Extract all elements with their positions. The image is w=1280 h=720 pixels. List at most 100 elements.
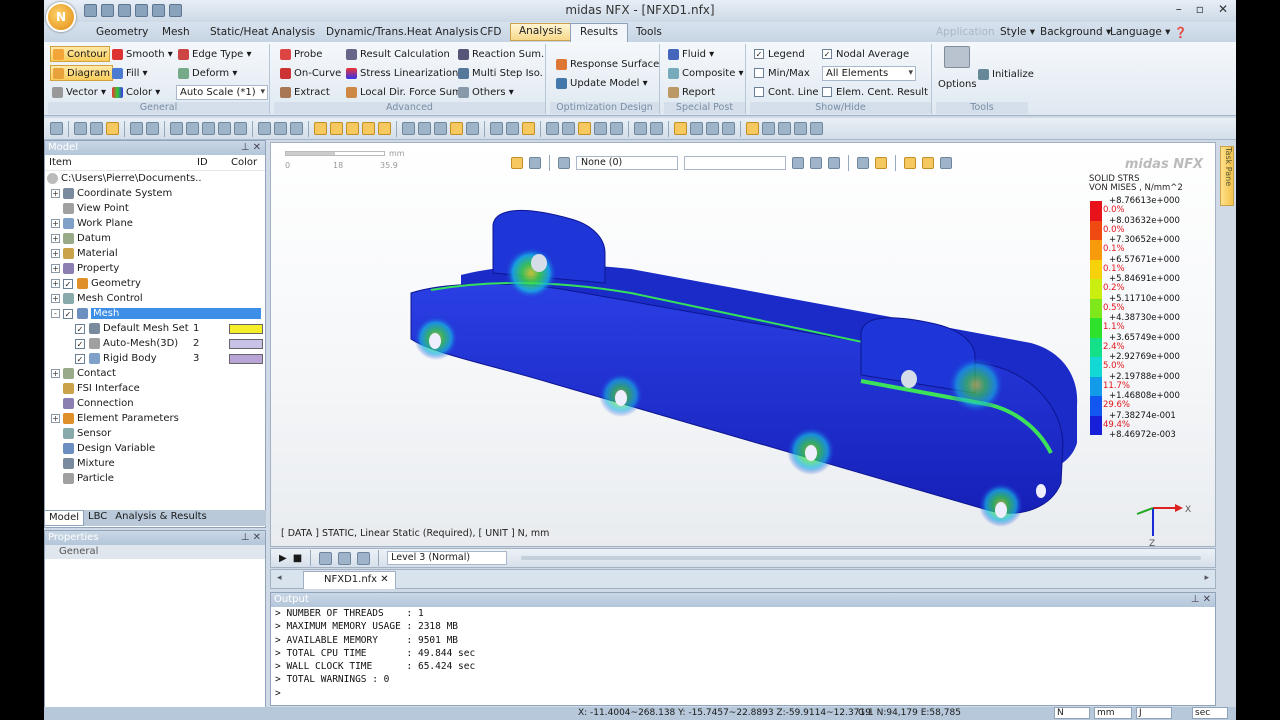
color-button[interactable]: Color ▾	[110, 84, 162, 100]
zoom-icon[interactable]	[130, 122, 143, 135]
expand-icon[interactable]: +	[51, 294, 60, 303]
tab-lbc[interactable]: LBC	[84, 510, 111, 526]
zoom-icon[interactable]	[186, 122, 199, 135]
tab-mesh[interactable]: Mesh	[154, 25, 198, 39]
tree-item[interactable]: FSI Interface	[51, 381, 140, 396]
tree-item[interactable]: + Mesh Control	[51, 291, 143, 306]
visibility-checkbox[interactable]: ✓	[75, 338, 85, 349]
wireframe-icon[interactable]	[418, 122, 431, 135]
fill-button[interactable]: Fill ▾	[110, 65, 150, 81]
snap-icon[interactable]	[690, 122, 703, 135]
composite-button[interactable]: Composite ▾	[666, 65, 746, 81]
hide-icon[interactable]	[506, 122, 519, 135]
tree-item[interactable]: + Datum	[51, 231, 111, 246]
tab-nfxd1[interactable]: NFXD1.nfx ✕	[303, 571, 396, 589]
vector-button[interactable]: Vector ▾	[50, 84, 108, 100]
report-button[interactable]: Report	[666, 84, 717, 100]
cut-icon[interactable]	[810, 122, 823, 135]
viewport[interactable]: mm 0 18 35.9 None (0) midas NFX SOLID ST…	[270, 142, 1216, 547]
maximize-icon[interactable]: ▫	[1196, 2, 1204, 16]
expand-icon[interactable]: +	[51, 414, 60, 423]
style-menu[interactable]: Style ▾	[1000, 26, 1035, 38]
task-pane-tab[interactable]: Task Pane	[1220, 146, 1234, 206]
tree-item[interactable]: + Material	[51, 246, 118, 261]
elem-cent-result-checkbox[interactable]: Elem. Cent. Result	[820, 84, 930, 100]
view-icon[interactable]	[274, 122, 287, 135]
update-model-button[interactable]: Update Model ▾	[554, 75, 650, 91]
lock-icon[interactable]	[90, 122, 103, 135]
app-logo-button[interactable]: N	[46, 2, 76, 32]
contour-button[interactable]: Contour	[50, 46, 110, 62]
play-icon[interactable]: ▶	[279, 553, 287, 564]
expand-icon[interactable]: +	[51, 279, 60, 288]
elements-select[interactable]: All Elements	[822, 66, 916, 81]
auto-scale-select[interactable]: Auto Scale (*1)	[176, 85, 268, 100]
tree-item[interactable]: + Element Parameters	[51, 411, 179, 426]
cont-line-checkbox[interactable]: Cont. Line	[752, 84, 821, 100]
view-back-icon[interactable]	[330, 122, 343, 135]
toggle-icon[interactable]	[522, 122, 535, 135]
legend-checkbox[interactable]: ✓ Legend	[752, 46, 807, 62]
close-icon[interactable]: ✕	[1218, 2, 1228, 16]
mesh-icon[interactable]	[546, 122, 559, 135]
grid-icon[interactable]	[258, 122, 271, 135]
edge-type-button[interactable]: Edge Type ▾	[176, 46, 254, 62]
tree-item[interactable]: + Coordinate System	[51, 186, 172, 201]
panel-close-icon[interactable]: ⊥ ✕	[241, 531, 261, 545]
help-icon[interactable]: ❓	[1174, 26, 1187, 39]
show-icon[interactable]	[490, 122, 503, 135]
tab-dynamic[interactable]: Dynamic/Trans.Heat Analysis	[318, 25, 486, 39]
language-menu[interactable]: Language ▾	[1110, 26, 1170, 38]
settings-icon[interactable]	[746, 122, 759, 135]
color-swatch[interactable]	[229, 354, 263, 364]
visibility-checkbox[interactable]: ✓	[75, 353, 85, 364]
expand-icon[interactable]: +	[51, 249, 60, 258]
smooth-button[interactable]: Smooth ▾	[110, 46, 175, 62]
stress-linearization-button[interactable]: Stress Linearization	[344, 65, 460, 81]
zoom-window-icon[interactable]	[146, 122, 159, 135]
tree-item[interactable]: Sensor	[51, 426, 111, 441]
lock-icon[interactable]	[74, 122, 87, 135]
rotate-icon[interactable]	[202, 122, 215, 135]
tab-model[interactable]: Model	[44, 510, 85, 526]
diagram-button[interactable]: Diagram	[50, 65, 113, 81]
view-left-icon[interactable]	[346, 122, 359, 135]
hidden-line-icon[interactable]	[434, 122, 447, 135]
tree-item[interactable]: ✓ Auto-Mesh(3D)	[75, 336, 178, 351]
unit-time-select[interactable]: sec	[1192, 707, 1228, 719]
options-icon[interactable]	[944, 46, 970, 68]
visibility-checkbox[interactable]: ✓	[75, 323, 85, 334]
on-curve-button[interactable]: On-Curve	[278, 65, 343, 81]
camera-icon[interactable]	[762, 122, 775, 135]
highlight-icon[interactable]	[578, 122, 591, 135]
tab-geometry[interactable]: Geometry	[88, 25, 156, 39]
color-swatch[interactable]	[229, 339, 263, 349]
filter-icon[interactable]	[722, 122, 735, 135]
pan-icon[interactable]	[234, 122, 247, 135]
animation-slider[interactable]	[521, 556, 1201, 560]
view-top-icon[interactable]	[378, 122, 391, 135]
application-menu[interactable]: Application	[936, 26, 995, 38]
animation-level-select[interactable]: Level 3 (Normal)	[387, 551, 508, 565]
export-icon[interactable]	[357, 551, 371, 565]
tab-results[interactable]: Results	[570, 23, 628, 42]
tree-item[interactable]: Design Variable	[51, 441, 155, 456]
element-icon[interactable]	[650, 122, 663, 135]
tab-scroll-right-icon[interactable]: ▸	[1204, 573, 1209, 583]
deform-button[interactable]: Deform ▾	[176, 65, 239, 81]
tree-item[interactable]: + Property	[51, 261, 119, 276]
tab-analysis[interactable]: Analysis	[510, 23, 572, 41]
tab-scroll-left-icon[interactable]: ◂	[277, 573, 282, 583]
options-button[interactable]: Options	[936, 76, 979, 92]
settings-icon[interactable]	[338, 551, 352, 565]
tab-analysis-results[interactable]: Analysis & Results	[111, 510, 210, 526]
lock-active-icon[interactable]	[106, 122, 119, 135]
expand-icon[interactable]: +	[51, 189, 60, 198]
tree-item[interactable]: View Point	[51, 201, 129, 216]
tree-root[interactable]: C:\Users\Pierre\Documents..	[47, 171, 202, 186]
visibility-checkbox[interactable]: ✓	[63, 278, 73, 289]
tree-item[interactable]: + ✓ Geometry	[51, 276, 141, 291]
response-surface-button[interactable]: Response Surface	[554, 56, 661, 72]
tree-item[interactable]: Particle	[51, 471, 114, 486]
record-icon[interactable]	[319, 551, 333, 565]
